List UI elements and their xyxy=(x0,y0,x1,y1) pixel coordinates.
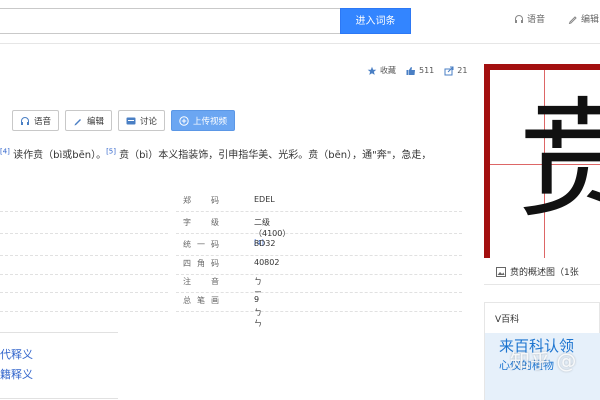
like-count: 511 xyxy=(419,66,435,75)
image-caption-text: 贲的概述图（1张 xyxy=(510,268,579,278)
pencil-icon xyxy=(568,15,577,24)
info-label: 总笔画 xyxy=(183,296,219,305)
definition-part-1: 读作贲（bì或bēn）。 xyxy=(9,150,107,161)
caption-divider xyxy=(484,284,600,285)
character-grid: 贲 xyxy=(490,70,600,258)
pencil-icon xyxy=(74,118,82,125)
edit-button-label: 编辑 xyxy=(87,116,105,127)
upload-video-label: 上传视频 xyxy=(193,116,228,127)
share-count: 21 xyxy=(457,66,468,75)
voice-link-label: 语音 xyxy=(527,15,546,25)
audio-button-label: 语音 xyxy=(34,116,52,127)
search-input[interactable] xyxy=(0,8,340,34)
vbaike-title: V百科 xyxy=(495,315,520,325)
edit-link-label: 编辑 xyxy=(581,15,600,25)
voice-link[interactable]: 语音 xyxy=(514,12,545,25)
discuss-button[interactable]: 讨论 xyxy=(118,110,166,131)
edit-button[interactable]: 编辑 xyxy=(65,110,113,131)
stats-bar: 收藏 511 21 xyxy=(367,65,477,76)
row-divider xyxy=(0,290,168,312)
edit-link[interactable]: 编辑 xyxy=(568,12,599,25)
upload-video-button[interactable]: 上传视频 xyxy=(171,110,236,131)
image-caption[interactable]: 贲的概述图（1张 xyxy=(496,265,579,278)
headphones-icon xyxy=(515,14,523,23)
top-header: 进入词条 语音 编辑 xyxy=(0,0,600,44)
info-label: 注音 xyxy=(183,277,219,286)
info-value: 8D32 xyxy=(254,239,276,248)
reference-5[interactable]: [5] xyxy=(106,148,116,156)
entry-toolbar: 语音 编辑 讨论 上传视频 xyxy=(12,110,236,131)
collect-button[interactable]: 收藏 xyxy=(367,65,396,76)
character-image-card[interactable]: 贲 xyxy=(484,64,600,258)
plus-circle-icon xyxy=(179,115,189,126)
info-label: 郑码 xyxy=(183,196,219,205)
share-button[interactable]: 21 xyxy=(444,66,467,76)
thumbs-up-icon xyxy=(406,66,415,75)
watermark: 知乎 @ xyxy=(510,349,577,373)
info-label: 统一码 xyxy=(183,240,219,249)
row-divider xyxy=(0,190,168,212)
enter-entry-button[interactable]: 进入词条 xyxy=(340,8,411,34)
like-button[interactable]: 511 xyxy=(406,66,434,76)
info-label: 四角码 xyxy=(183,259,219,268)
share-icon xyxy=(444,66,454,75)
definition-part-2: 贲（bì）本义指装饰，引申指华美、光彩。贲（bēn），通"奔"，急走， xyxy=(116,150,432,161)
info-value: EDEL xyxy=(254,195,275,204)
star-icon xyxy=(367,66,377,75)
info-value: 40802 xyxy=(254,258,280,267)
section-divider xyxy=(0,398,118,399)
audio-button[interactable]: 语音 xyxy=(12,110,60,131)
image-icon xyxy=(496,266,506,277)
info-label: 字级 xyxy=(183,218,219,227)
section-divider xyxy=(0,332,118,333)
section-link-classical-definition[interactable]: 籍释义 xyxy=(0,366,33,382)
headphones-icon xyxy=(21,116,29,125)
comment-icon xyxy=(126,117,136,124)
section-link-modern-definition[interactable]: 代释义 xyxy=(0,346,33,362)
reference-4[interactable]: [4] xyxy=(0,148,10,156)
definition-text: [4] 读作贲（bì或bēn）。[5] 贲（bì）本义指装饰，引申指华美、光彩。… xyxy=(0,146,470,161)
discuss-button-label: 讨论 xyxy=(140,116,158,127)
collect-label: 收藏 xyxy=(380,66,396,75)
info-value: 9 xyxy=(254,295,260,304)
row-divider xyxy=(0,212,168,234)
character-glyph: 贲 xyxy=(518,84,600,236)
